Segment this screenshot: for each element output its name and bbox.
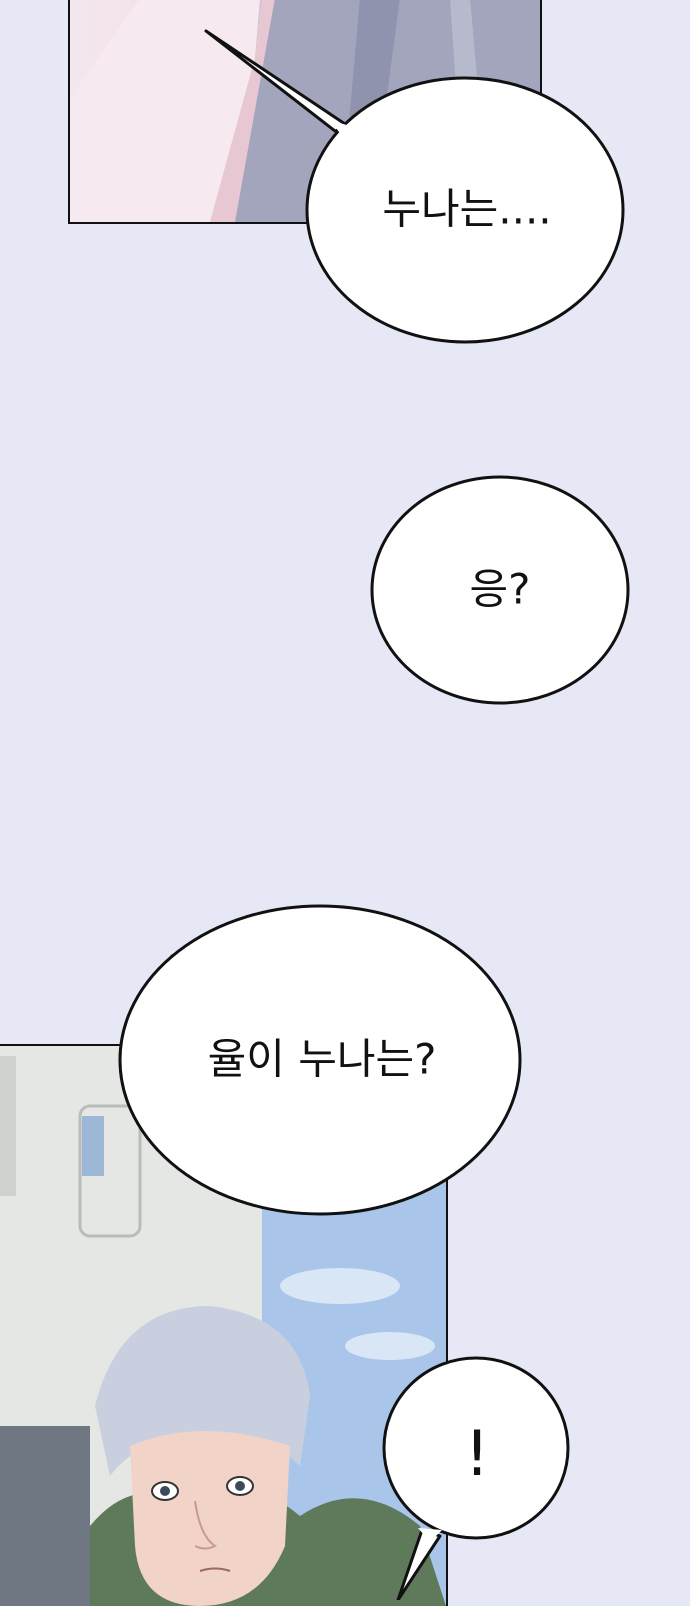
- webtoon-page: 누나는.... 응? 율이 누나는? !: [0, 0, 690, 1606]
- speech-bubble-3: 율이 누나는?: [118, 904, 522, 1216]
- speech-bubble-4: !: [382, 1356, 570, 1600]
- speech-bubble-tail: [396, 1528, 442, 1600]
- speech-text-1: 누나는....: [382, 185, 551, 234]
- speech-text-4: !: [465, 1417, 490, 1490]
- speech-bubble-layer: 누나는.... 응? 율이 누나는? !: [118, 29, 630, 1600]
- speech-bubble-tail: [204, 29, 350, 133]
- speech-bubble-2: 응?: [370, 475, 630, 705]
- speech-bubble-1: 누나는....: [204, 29, 625, 344]
- speech-text-2: 응?: [470, 565, 531, 614]
- speech-text-3: 율이 누나는?: [208, 1035, 437, 1084]
